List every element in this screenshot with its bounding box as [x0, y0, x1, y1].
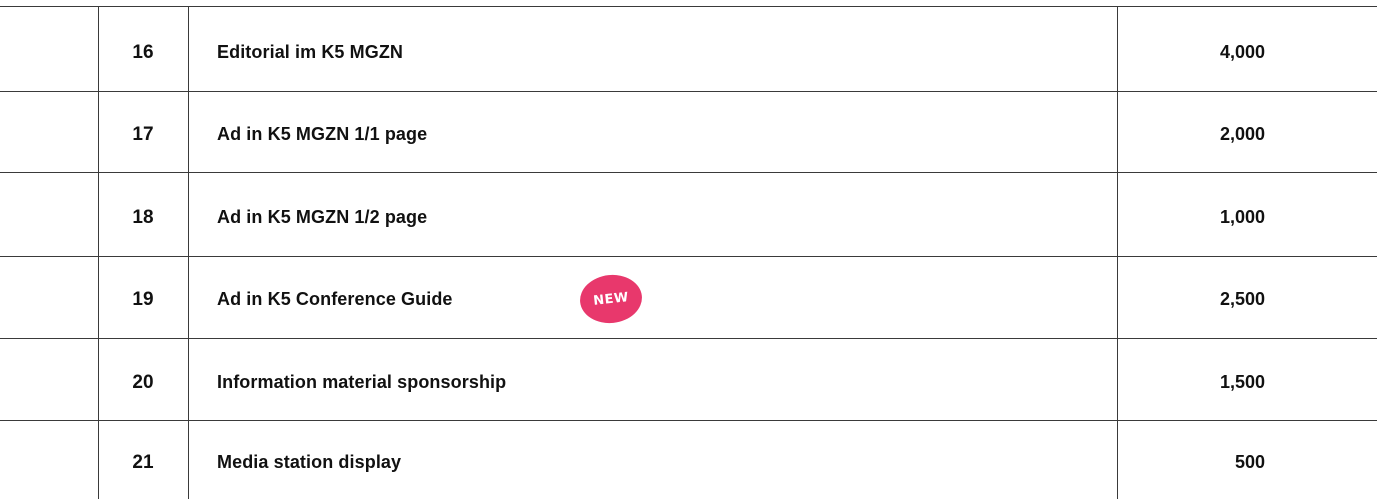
row-price: 1,000	[1219, 207, 1265, 227]
row-description: Ad in K5 MGZN 1/2 page	[217, 207, 428, 227]
row-price: 2,500	[1219, 289, 1265, 309]
table-rule	[0, 6, 1377, 7]
price-table: 16 Editorial im K5 MGZN 4,000 17 Ad in K…	[0, 0, 1377, 499]
table-row: 18 Ad in K5 MGZN 1/2 page 1,000	[0, 177, 1377, 258]
row-number: 20	[132, 371, 154, 393]
row-number: 18	[132, 206, 154, 228]
row-description: Editorial im K5 MGZN	[217, 42, 404, 62]
row-number: 16	[132, 41, 154, 63]
row-price: 4,000	[1219, 42, 1265, 62]
row-description: Media station display	[217, 452, 402, 472]
row-price: 1,500	[1219, 372, 1265, 392]
row-description: Ad in K5 Conference Guide	[217, 289, 453, 309]
table-row: 16 Editorial im K5 MGZN 4,000	[0, 12, 1377, 93]
row-price: 500	[1234, 452, 1265, 472]
table-row: 21 Media station display 500	[0, 422, 1377, 503]
row-description: Information material sponsorship	[217, 372, 507, 392]
row-number: 17	[132, 123, 154, 145]
table-row: 20 Information material sponsorship 1,50…	[0, 342, 1377, 423]
row-description: Ad in K5 MGZN 1/1 page	[217, 124, 428, 144]
row-number: 21	[132, 451, 154, 473]
table-row: 19 Ad in K5 Conference Guide NEW 2,500	[0, 259, 1377, 340]
row-price: 2,000	[1219, 124, 1265, 144]
table-row: 17 Ad in K5 MGZN 1/1 page 2,000	[0, 94, 1377, 175]
row-number: 19	[132, 288, 154, 310]
